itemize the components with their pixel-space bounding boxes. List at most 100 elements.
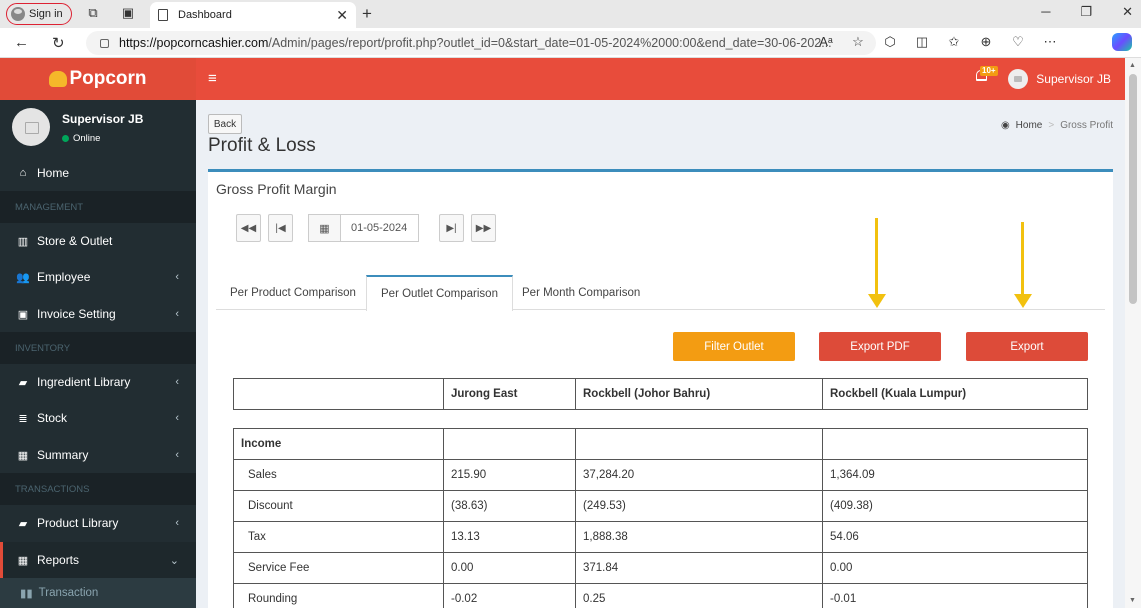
table-row: Discount (38.63) (249.53) (409.38): [233, 490, 1088, 522]
tab-per-product[interactable]: Per Product Comparison: [216, 275, 370, 310]
sidebar-item-stock[interactable]: ≣ Stock ‹: [0, 400, 196, 436]
table-row: Rounding -0.02 0.25 -0.01: [233, 583, 1088, 608]
book-icon: ▰: [18, 517, 28, 530]
sidebar-item-label: Transaction: [38, 587, 99, 599]
back-button[interactable]: Back: [208, 114, 242, 134]
minimize-icon[interactable]: ─: [1041, 4, 1050, 20]
url-field[interactable]: https://popcorncashier.com/Admin/pages/r…: [86, 31, 876, 55]
sidebar-item-product-library[interactable]: ▰ Product Library ‹: [0, 505, 196, 541]
sidebar-header-transactions: TRANSACTIONS: [0, 473, 196, 505]
user-menu[interactable]: Supervisor JB: [1008, 69, 1111, 89]
tab-per-month[interactable]: Per Month Comparison: [508, 275, 654, 310]
table-cell: (38.63): [443, 490, 576, 522]
sidebar-item-employee[interactable]: 👥 Employee ‹: [0, 259, 196, 295]
read-aloud-icon[interactable]: Aᵃ: [810, 34, 842, 50]
sidebar: Supervisor JB Online ⌂ Home MANAGEMENT ▥ S…: [0, 100, 196, 608]
step-backward-icon: |◀: [275, 222, 286, 234]
workspaces-icon[interactable]: ⧉: [86, 6, 100, 20]
logo-area[interactable]: Popcorn: [0, 58, 196, 100]
close-tab-icon[interactable]: ✕: [336, 7, 348, 24]
lock-icon: [100, 38, 109, 48]
chevron-left-icon: ‹: [175, 449, 179, 461]
sidebar-item-label: Invoice Setting: [37, 307, 116, 321]
sidebar-subitem-transaction[interactable]: ▮▮ Transaction: [0, 578, 196, 608]
table-row: Sales 215.90 37,284.20 1,364.09: [233, 459, 1088, 491]
report-table: Income Sales 215.90 37,284.20 1,364.09 D…: [233, 428, 1088, 608]
sidebar-item-ingredient-library[interactable]: ▰ Ingredient Library ‹: [0, 364, 196, 400]
scroll-down-icon[interactable]: ▼: [1129, 597, 1136, 604]
close-window-icon[interactable]: ✕: [1122, 4, 1133, 20]
fast-forward-icon: ▶▶: [475, 222, 492, 234]
next-page-button[interactable]: ▶|: [439, 214, 464, 242]
profile-icon: [11, 7, 25, 21]
table-cell: -0.02: [443, 583, 576, 608]
online-status-icon: [62, 135, 69, 142]
tab-actions-icon[interactable]: ▣: [121, 6, 135, 20]
chevron-left-icon: ‹: [175, 308, 179, 320]
collections-icon[interactable]: ⊕: [970, 34, 1002, 50]
export-pdf-button[interactable]: Export PDF: [819, 332, 941, 361]
chevron-down-icon: ⌄: [169, 554, 179, 567]
page-title: Profit & Loss: [208, 135, 316, 156]
step-forward-icon: ▶|: [446, 222, 457, 234]
filter-outlet-button[interactable]: Filter Outlet: [673, 332, 795, 361]
row-label: Income: [233, 428, 444, 460]
extensions-icon[interactable]: ⬡: [874, 34, 906, 50]
row-label: Discount: [233, 490, 444, 522]
restore-icon[interactable]: ❐: [1080, 4, 1092, 20]
sidebar-item-label: Stock: [37, 411, 68, 425]
table-row: Service Fee 0.00 371.84 0.00: [233, 552, 1088, 584]
row-label: Tax: [233, 521, 444, 553]
more-icon[interactable]: ⋯: [1034, 34, 1066, 50]
chevron-left-icon: ‹: [175, 412, 179, 424]
scrollbar-thumb[interactable]: [1129, 74, 1137, 304]
chevron-left-icon: ‹: [175, 271, 179, 283]
row-label: Rounding: [233, 583, 444, 608]
annotation-arrow: [868, 218, 886, 308]
sidebar-item-summary[interactable]: ▦ Summary ‹: [0, 437, 196, 473]
favorites-icon[interactable]: ✩: [938, 34, 970, 50]
browser-tab-dashboard[interactable]: Dashboard ✕: [150, 2, 356, 28]
table-cell: 0.00: [822, 552, 1088, 584]
sidebar-item-store-outlet[interactable]: ▥ Store & Outlet: [0, 223, 196, 259]
sidebar-item-reports[interactable]: ▦ Reports ⌄: [0, 542, 196, 578]
sign-in-label: Sign in: [29, 8, 63, 20]
breadcrumb-home[interactable]: Home: [1016, 120, 1043, 131]
favorite-star-icon[interactable]: ☆: [842, 34, 874, 50]
sidebar-item-invoice-setting[interactable]: ▣ Invoice Setting ‹: [0, 296, 196, 332]
copilot-icon[interactable]: [1112, 33, 1132, 51]
last-page-button[interactable]: ▶▶: [471, 214, 496, 242]
refresh-icon[interactable]: ↻: [52, 34, 65, 52]
browser-essentials-icon[interactable]: ♡: [1002, 34, 1034, 50]
chevron-left-icon: ‹: [175, 517, 179, 529]
money-icon: ▣: [17, 308, 29, 321]
user-name-top: Supervisor JB: [1036, 72, 1111, 86]
sidebar-item-home[interactable]: ⌂ Home: [0, 155, 196, 191]
report-box: Gross Profit Margin ◀◀ |◀ ▦ 01-05-2024 ▶…: [208, 169, 1113, 608]
menu-toggle-icon[interactable]: ≡: [208, 70, 217, 87]
split-screen-icon[interactable]: ◫: [906, 34, 938, 50]
first-page-button[interactable]: ◀◀: [236, 214, 261, 242]
table-cell: 37,284.20: [575, 459, 823, 491]
export-button[interactable]: Export: [966, 332, 1088, 361]
table-cell: 1,888.38: [575, 521, 823, 553]
sign-in-button[interactable]: Sign in: [6, 3, 72, 25]
table-cell: (409.38): [822, 490, 1088, 522]
date-picker[interactable]: ▦ 01-05-2024: [308, 214, 419, 242]
table-row: Tax 13.13 1,888.38 54.06: [233, 521, 1088, 553]
report-table-header: Jurong East Rockbell (Johor Bahru) Rockb…: [233, 378, 1088, 410]
user-name: Supervisor JB: [62, 112, 144, 126]
previous-page-button[interactable]: |◀: [268, 214, 293, 242]
page-scrollbar[interactable]: ▲ ▼: [1125, 58, 1141, 608]
new-tab-icon[interactable]: +: [362, 4, 372, 24]
scroll-up-icon[interactable]: ▲: [1129, 62, 1136, 69]
table-cell: 1,364.09: [822, 459, 1088, 491]
table-header-row: Jurong East Rockbell (Johor Bahru) Rockb…: [233, 378, 1088, 410]
bar-chart-icon: ▮▮: [20, 588, 33, 600]
tab-per-outlet[interactable]: Per Outlet Comparison: [366, 275, 513, 311]
sidebar-item-label: Summary: [37, 448, 89, 462]
table-cell: -0.01: [822, 583, 1088, 608]
home-icon: ⌂: [19, 167, 27, 179]
back-arrow-icon[interactable]: ←: [14, 34, 29, 51]
browser-tab-bar: Sign in ⧉ ▣ Dashboard ✕ + ─ ❐ ✕: [0, 0, 1141, 28]
